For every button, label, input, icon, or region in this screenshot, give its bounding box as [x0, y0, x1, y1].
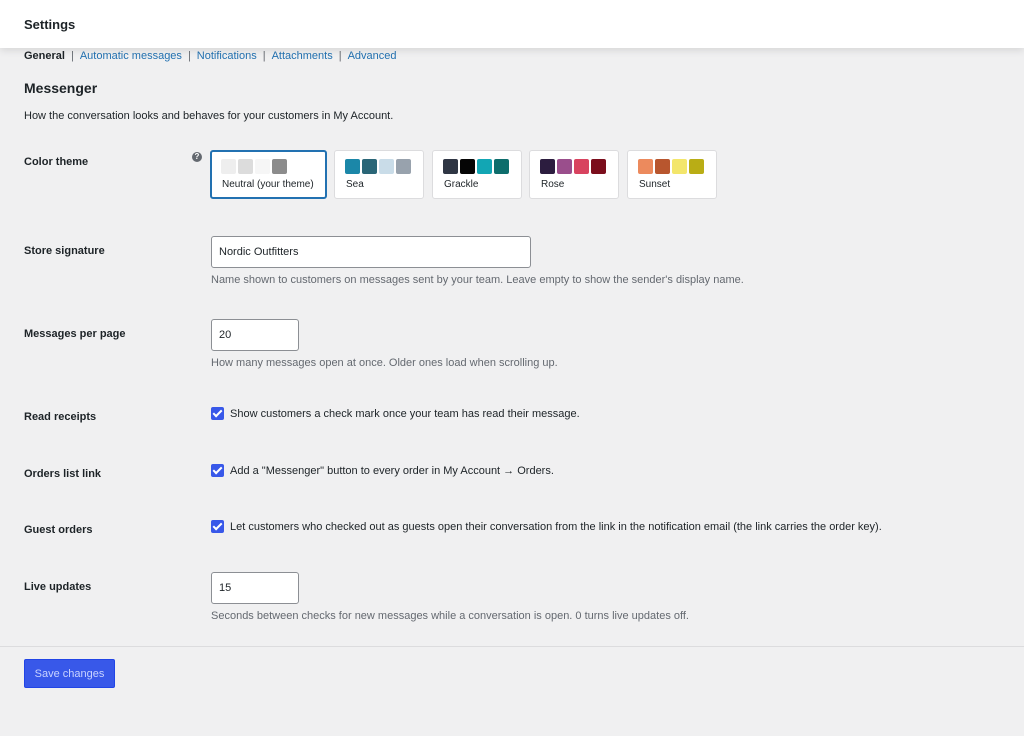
subnav-advanced-link[interactable]: Advanced: [348, 50, 397, 62]
subnav-automatic-messages-link[interactable]: Automatic messages: [80, 50, 182, 62]
color-swatch: [255, 159, 270, 174]
theme-swatches: [540, 159, 606, 174]
color-swatch: [672, 159, 687, 174]
theme-option-grackle[interactable]: Grackle: [432, 150, 522, 199]
live-updates-input[interactable]: [211, 572, 299, 604]
guest-orders-label: Guest orders: [24, 524, 93, 536]
guest-orders-text: Let customers who checked out as guests …: [230, 520, 882, 533]
help-icon[interactable]: ?: [192, 152, 202, 162]
theme-swatches: [638, 159, 704, 174]
theme-swatches: [443, 159, 509, 174]
subnav-separator: |: [70, 50, 74, 62]
color-swatch: [540, 159, 555, 174]
color-swatch: [591, 159, 606, 174]
color-theme-label: Color theme: [24, 156, 89, 168]
theme-name: Grackle: [444, 179, 479, 190]
subnav-notifications-link[interactable]: Notifications: [197, 50, 257, 62]
store-signature-label: Store signature: [24, 245, 105, 257]
store-signature-hint: Name shown to customers on messages sent…: [211, 274, 744, 286]
color-swatch: [655, 159, 670, 174]
color-swatch: [221, 159, 236, 174]
theme-option-sunset[interactable]: Sunset: [627, 150, 717, 199]
color-swatch: [557, 159, 572, 174]
color-swatch: [494, 159, 509, 174]
orders-list-link-text: Add a "Messenger" button to every order …: [230, 464, 554, 477]
section-description: How the conversation looks and behaves f…: [24, 110, 394, 122]
orders-list-link-checkbox[interactable]: [211, 464, 224, 477]
theme-swatches: [345, 159, 411, 174]
live-updates-label: Live updates: [24, 581, 92, 593]
theme-name: Neutral (your theme): [222, 179, 314, 190]
read-receipts-label: Read receipts: [24, 411, 97, 423]
subnav-separator: |: [338, 50, 342, 62]
color-swatch: [362, 159, 377, 174]
read-receipts-text: Show customers a check mark once your te…: [230, 407, 580, 420]
live-updates-hint: Seconds between checks for new messages …: [211, 610, 689, 622]
color-swatch: [238, 159, 253, 174]
theme-name: Rose: [541, 179, 565, 190]
store-signature-input[interactable]: [211, 236, 531, 268]
color-swatch: [638, 159, 653, 174]
page-title: Settings: [24, 17, 76, 32]
color-swatch: [689, 159, 704, 174]
subnav-general-current: General: [24, 50, 65, 62]
subnav-separator: |: [262, 50, 266, 62]
subnav-separator: |: [187, 50, 191, 62]
read-receipts-checkbox[interactable]: [211, 407, 224, 420]
messages-per-page-input[interactable]: [211, 319, 299, 351]
color-swatch: [379, 159, 394, 174]
theme-name: Sea: [346, 179, 364, 190]
theme-option-neutral[interactable]: Neutral (your theme): [210, 150, 327, 199]
settings-subnav: General | Automatic messages | Notifications…: [24, 50, 397, 62]
color-swatch: [272, 159, 287, 174]
section-title: Messenger: [24, 80, 98, 96]
theme-swatches: [221, 159, 287, 174]
orders-list-link-label: Orders list link: [24, 468, 102, 480]
messages-per-page-label: Messages per page: [24, 328, 126, 340]
top-bar: Settings: [0, 0, 1024, 48]
guest-orders-checkbox[interactable]: [211, 520, 224, 533]
theme-option-rose[interactable]: Rose: [529, 150, 619, 199]
orders-list-link-row: Add a "Messenger" button to every order …: [211, 464, 554, 477]
messages-per-page-hint: How many messages open at once. Older on…: [211, 357, 558, 369]
footer-divider: [0, 646, 1024, 647]
color-swatch: [396, 159, 411, 174]
color-swatch: [443, 159, 458, 174]
theme-name: Sunset: [639, 179, 671, 190]
save-changes-button[interactable]: Save changes: [24, 659, 115, 688]
color-swatch: [460, 159, 475, 174]
color-swatch: [345, 159, 360, 174]
guest-orders-row: Let customers who checked out as guests …: [211, 520, 882, 533]
theme-option-sea[interactable]: Sea: [334, 150, 424, 199]
subnav-attachments-link[interactable]: Attachments: [272, 50, 333, 62]
read-receipts-row: Show customers a check mark once your te…: [211, 407, 580, 420]
color-swatch: [477, 159, 492, 174]
color-swatch: [574, 159, 589, 174]
